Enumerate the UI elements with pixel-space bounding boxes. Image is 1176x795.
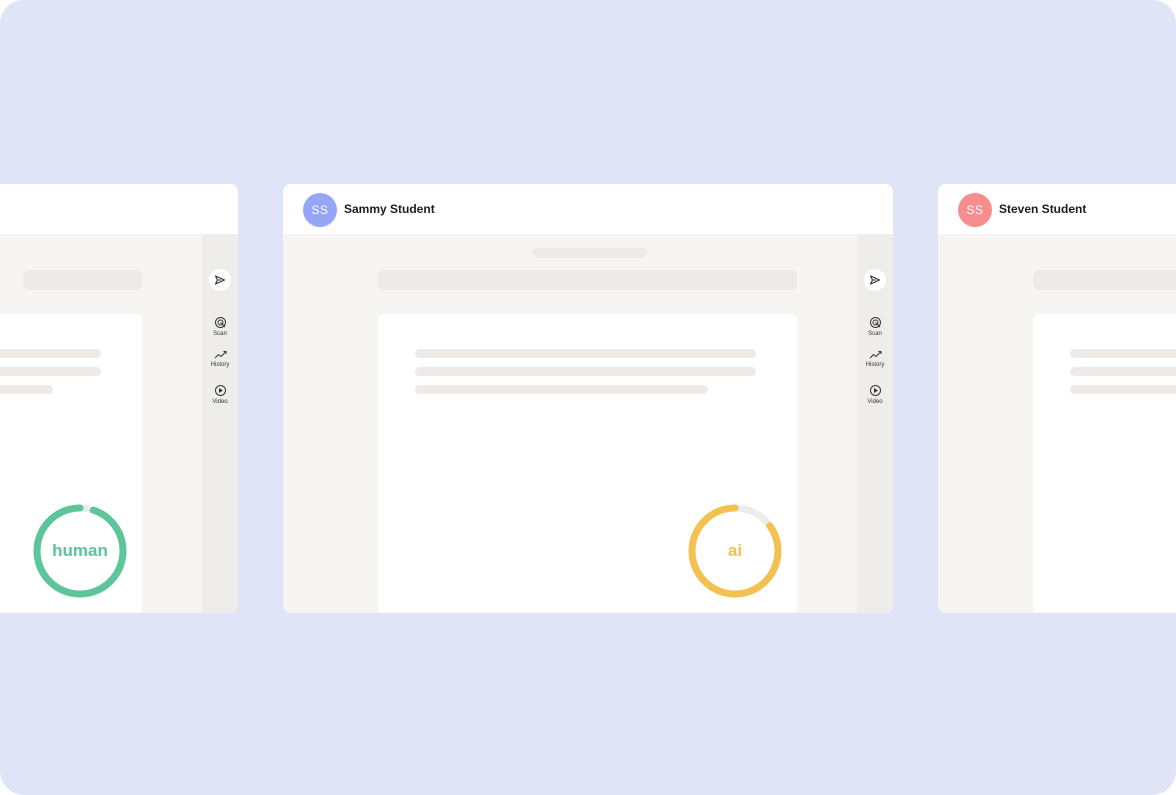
detection-result-ring: human (31, 502, 129, 600)
tool-sidebar: Scan History Video (202, 234, 238, 613)
text-line-placeholder (1070, 367, 1176, 376)
text-line-placeholder (1070, 349, 1176, 358)
student-name: Steven Student (999, 202, 1087, 216)
history-icon (869, 351, 881, 359)
sidebar-item-label: Scan (213, 331, 227, 337)
scan-icon (869, 317, 881, 328)
sidebar-item-label: Video (867, 399, 883, 405)
document-page (1033, 314, 1176, 613)
result-label-human: human (52, 541, 108, 560)
text-line-placeholder (0, 385, 53, 394)
sidebar-item-video[interactable]: Video (202, 384, 238, 405)
document-page: human (0, 314, 142, 613)
text-line-placeholder (415, 367, 756, 376)
sidebar-item-label: History (865, 362, 885, 368)
card-header (0, 184, 238, 234)
student-card-left: human Scan History Video (0, 184, 238, 613)
title-placeholder (1033, 270, 1176, 290)
tool-sidebar: Scan History Video (857, 234, 893, 613)
text-line-placeholder (0, 349, 101, 358)
history-icon (214, 351, 226, 359)
text-line-placeholder (415, 349, 756, 358)
scan-icon (214, 317, 226, 328)
background-stage: human Scan History Video SS Sammy Studen… (0, 0, 1176, 795)
sidebar-item-label: History (210, 362, 230, 368)
video-icon (214, 385, 226, 396)
title-placeholder (378, 270, 797, 290)
student-card-center: SS Sammy Student ai Scan History Video (283, 184, 893, 613)
student-name: Sammy Student (344, 202, 435, 216)
sidebar-item-label: Video (212, 399, 228, 405)
avatar: SS (303, 193, 337, 227)
video-icon (869, 385, 881, 396)
send-icon (869, 275, 881, 285)
sidebar-item-history[interactable]: History (202, 350, 238, 368)
text-line-placeholder (0, 367, 101, 376)
send-button[interactable] (864, 269, 886, 291)
send-icon (214, 275, 226, 285)
detection-result-ring: ai (686, 502, 784, 600)
result-label-ai: ai (727, 541, 743, 560)
sidebar-item-history[interactable]: History (857, 350, 893, 368)
send-button[interactable] (209, 269, 231, 291)
text-line-placeholder (415, 385, 708, 394)
avatar: SS (958, 193, 992, 227)
sidebar-item-scan[interactable]: Scan (857, 316, 893, 337)
card-header: SS Steven Student (938, 184, 1176, 234)
document-page: ai (378, 314, 797, 613)
card-header: SS Sammy Student (283, 184, 893, 234)
student-card-right: SS Steven Student (938, 184, 1176, 613)
sidebar-item-scan[interactable]: Scan (202, 316, 238, 337)
sidebar-item-label: Scan (868, 331, 882, 337)
breadcrumb-placeholder (532, 248, 647, 258)
sidebar-item-video[interactable]: Video (857, 384, 893, 405)
title-placeholder (23, 270, 142, 290)
text-line-placeholder (1070, 385, 1176, 394)
